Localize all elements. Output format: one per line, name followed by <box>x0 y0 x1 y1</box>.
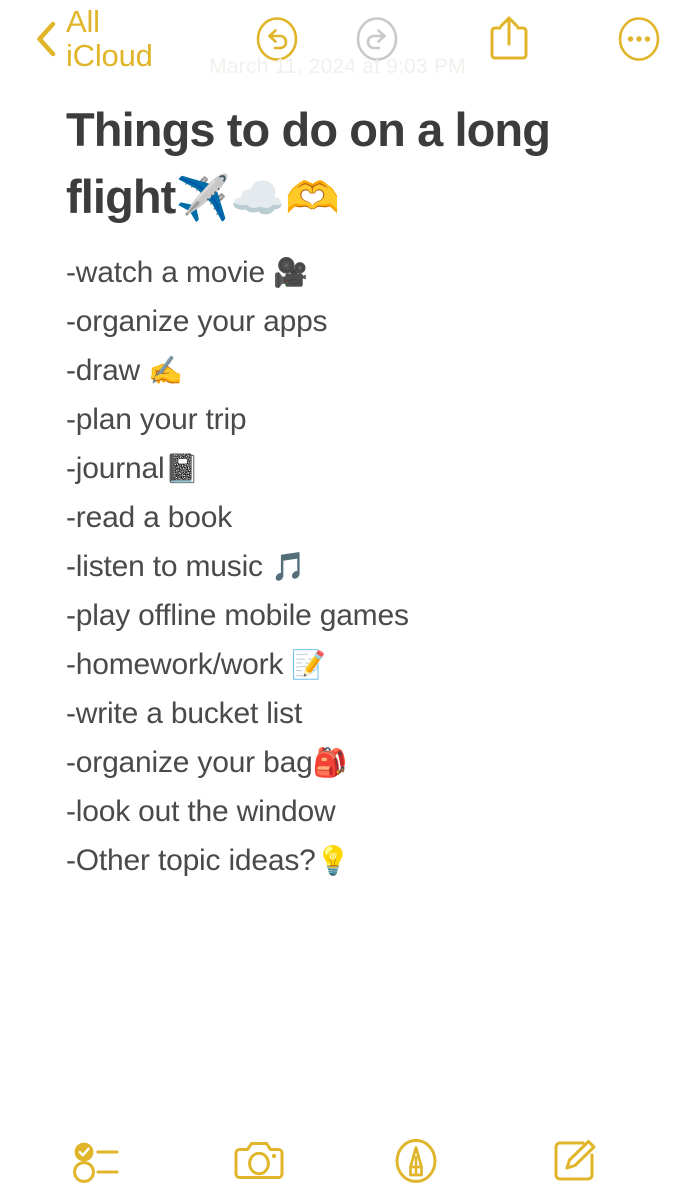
more-button[interactable] <box>603 16 675 62</box>
note-line-text: -plan your trip <box>66 403 247 436</box>
note-line-emoji: 💡 <box>315 845 351 876</box>
note-line-text: -watch a movie <box>66 256 274 289</box>
undo-button[interactable] <box>241 16 313 62</box>
note-line-emoji: 📝 <box>291 649 327 680</box>
note-line: -organize your apps <box>66 297 641 346</box>
notes-app-screen: March 11, 2024 at 9:03 PM All iCloud Thi… <box>0 0 675 1200</box>
bottom-toolbar <box>0 1130 675 1200</box>
note-line-text: -play offline mobile games <box>66 599 409 632</box>
note-line-text: -organize your bag <box>66 746 313 779</box>
note-line-emoji: 🎒 <box>312 747 348 778</box>
note-line: -look out the window <box>66 787 641 836</box>
note-body-lines: -watch a movie 🎥 -organize your apps -dr… <box>66 248 641 885</box>
markup-pen-icon <box>393 1138 439 1184</box>
camera-icon <box>232 1139 286 1183</box>
back-to-all-icloud-button[interactable]: All iCloud <box>36 5 181 73</box>
note-line: -homework/work 📝 <box>66 640 641 689</box>
note-content-area[interactable]: Things to do on a long flight✈️☁️🫶 -watc… <box>0 80 675 1130</box>
checklist-icon <box>72 1139 129 1183</box>
redo-button[interactable] <box>341 16 413 62</box>
share-button[interactable] <box>473 16 545 62</box>
share-icon <box>487 14 531 64</box>
compose-button[interactable] <box>529 1133 619 1189</box>
note-line-text: -look out the window <box>66 795 336 828</box>
note-line-text: -read a book <box>66 501 233 534</box>
camera-button[interactable] <box>214 1133 304 1189</box>
note-line: -plan your trip <box>66 395 641 444</box>
note-line: -watch a movie 🎥 <box>66 248 641 297</box>
note-line-emoji: 📓 <box>164 453 200 484</box>
checklist-button[interactable] <box>56 1133 146 1189</box>
note-line-text: -journal <box>66 452 165 485</box>
undo-circle-icon <box>254 16 300 62</box>
note-line: -journal📓 <box>66 444 641 493</box>
note-line-text: -draw <box>66 354 149 387</box>
top-navigation-bar: March 11, 2024 at 9:03 PM All iCloud <box>0 0 675 80</box>
compose-icon <box>550 1137 598 1185</box>
note-line: -listen to music 🎵 <box>66 542 641 591</box>
note-line-text: -write a bucket list <box>66 697 303 730</box>
markup-button[interactable] <box>371 1133 461 1189</box>
note-line: -read a book <box>66 493 641 542</box>
note-line-text: -homework/work <box>66 648 292 681</box>
note-line-text: -Other topic ideas? <box>66 844 316 877</box>
note-line: -play offline mobile games <box>66 591 641 640</box>
note-line-text: -organize your apps <box>66 305 328 338</box>
note-line: -write a bucket list <box>66 689 641 738</box>
chevron-left-icon <box>36 21 56 57</box>
note-line-text: -listen to music <box>66 550 271 583</box>
note-title: Things to do on a long flight✈️☁️🫶 <box>66 96 641 232</box>
note-title-emoji: ✈️☁️🫶 <box>175 174 340 223</box>
note-line-emoji: 🎵 <box>271 551 306 582</box>
note-line: -Other topic ideas?💡 <box>66 836 641 885</box>
more-circle-icon <box>616 16 662 62</box>
note-line-emoji: ✍️ <box>148 355 183 386</box>
note-line: -draw ✍️ <box>66 346 641 395</box>
redo-circle-icon <box>354 16 400 62</box>
note-line-emoji: 🎥 <box>273 257 308 288</box>
note-line: -organize your bag🎒 <box>66 738 641 787</box>
top-action-icons <box>213 16 675 62</box>
back-button-label: All iCloud <box>66 4 153 73</box>
